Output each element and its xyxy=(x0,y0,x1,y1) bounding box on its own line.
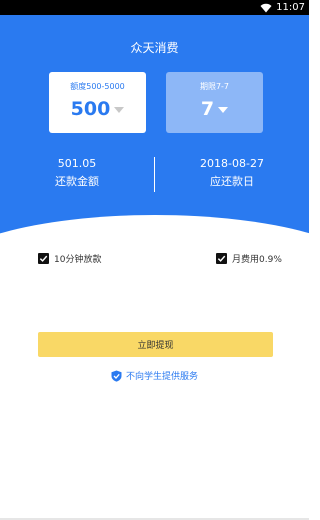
period-range-label: 期限7-7 xyxy=(199,82,230,91)
shield-icon xyxy=(111,370,122,382)
repay-date-summary: 2018-08-27 应还款日 xyxy=(155,157,309,189)
period-selector[interactable]: 期限7-7 7 xyxy=(166,72,263,133)
repay-date-value: 2018-08-27 xyxy=(200,157,264,170)
check-icon xyxy=(217,255,226,262)
fast-loan-label: 10分钟放款 xyxy=(54,255,102,265)
repay-amount-value: 501.05 xyxy=(57,157,97,170)
period-value: 7 xyxy=(200,98,215,120)
repay-amount-label: 还款金额 xyxy=(55,175,99,188)
amount-selector[interactable]: 额度500-5000 500 xyxy=(49,72,146,133)
header-panel: 众天消费 额度500-5000 500 期限7-7 7 501.05 还款金额 … xyxy=(0,15,309,235)
checkbox-checked[interactable] xyxy=(216,253,227,264)
check-icon xyxy=(39,255,48,262)
monthly-fee-option[interactable]: 月费用0.9% xyxy=(216,252,282,265)
amount-value: 500 xyxy=(70,98,111,120)
status-time: 11:07 xyxy=(276,2,305,13)
repay-date-label: 应还款日 xyxy=(210,175,254,188)
repay-amount-summary: 501.05 还款金额 xyxy=(0,157,154,189)
header-curve xyxy=(0,215,309,235)
status-bar: 11:07 xyxy=(0,0,309,15)
student-notice-text: 不向学生提供服务 xyxy=(125,372,198,382)
student-notice: 不向学生提供服务 xyxy=(0,369,309,382)
fast-loan-option[interactable]: 10分钟放款 xyxy=(38,252,101,265)
checkbox-checked[interactable] xyxy=(38,253,49,264)
page-title: 众天消费 xyxy=(130,41,179,55)
amount-range-label: 额度500-5000 xyxy=(70,82,125,91)
caret-down-icon xyxy=(218,107,229,113)
monthly-fee-label: 月费用0.9% xyxy=(232,255,282,265)
withdraw-button[interactable]: 立即提现 xyxy=(38,332,273,357)
wifi-icon xyxy=(260,3,272,12)
caret-down-icon xyxy=(114,107,125,113)
